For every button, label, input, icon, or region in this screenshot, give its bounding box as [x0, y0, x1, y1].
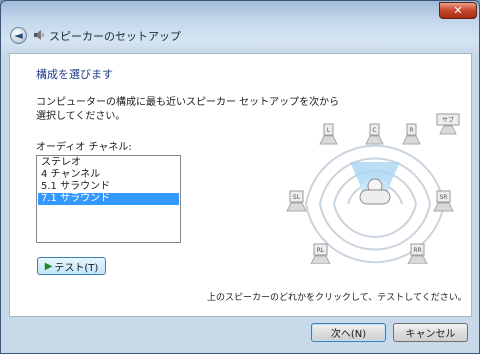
speaker-sr[interactable]: SR [433, 190, 454, 212]
audio-channel-label: オーディオ チャネル: [36, 142, 132, 153]
speaker-setup-window: ◄ スピーカーのセットアップ ✕ 構成を選びます コンピューターの構成に最も近い… [0, 0, 480, 354]
test-button[interactable]: ▶ テスト(T) [37, 257, 106, 275]
speaker-c[interactable]: C [365, 123, 384, 145]
page-heading: 構成を選びます [36, 68, 113, 81]
speaker-diagram: L C R サブ SL SR RL RR [286, 113, 460, 264]
list-item-stereo[interactable]: ステレオ [38, 157, 179, 169]
speaker-icon [34, 30, 44, 40]
listener-body-icon [359, 189, 391, 205]
speaker-rr[interactable]: RR [407, 243, 428, 264]
play-icon: ▶ [44, 260, 53, 272]
speaker-rl[interactable]: RL [310, 243, 331, 264]
speaker-sl-label: SL [293, 194, 301, 201]
description-line-2: 選択してください。 [36, 111, 126, 122]
audio-channel-listbox[interactable]: ステレオ 4 チャンネル 5.1 サラウンド 7.1 サラウンド [36, 155, 181, 243]
description: コンピューターの構成に最も近いスピーカー セットアップを次から 選択してください… [36, 96, 340, 124]
speaker-r[interactable]: R [402, 123, 421, 145]
next-button[interactable]: 次へ(N) [311, 323, 386, 342]
instruction-text: 上のスピーカーのどれかをクリックして、テストしてください。 [207, 293, 467, 303]
list-item-5-1[interactable]: 5.1 サラウンド [38, 181, 179, 193]
speaker-rl-label: RL [317, 247, 325, 254]
list-item-4ch[interactable]: 4 チャンネル [38, 169, 179, 181]
test-button-label: テスト(T) [54, 262, 99, 274]
close-button[interactable]: ✕ [439, 2, 477, 19]
title-bar: ◄ スピーカーのセットアップ ✕ [1, 1, 479, 53]
window-title: スピーカーのセットアップ [49, 30, 181, 43]
list-item-7-1[interactable]: 7.1 サラウンド [38, 193, 179, 205]
back-button[interactable]: ◄ [10, 27, 27, 44]
close-icon: ✕ [453, 4, 463, 17]
speaker-rr-label: RR [413, 247, 421, 254]
speaker-sr-label: SR [440, 194, 448, 201]
back-arrow-icon: ◄ [14, 29, 23, 42]
description-line-1: コンピューターの構成に最も近いスピーカー セットアップを次から [36, 97, 340, 108]
speaker-subwoofer[interactable]: サブ [436, 113, 460, 135]
content-panel: 構成を選びます コンピューターの構成に最も近いスピーカー セットアップを次から … [9, 53, 472, 317]
speaker-sl[interactable]: SL [286, 190, 307, 212]
speaker-l[interactable]: L [319, 123, 338, 145]
speaker-sub-label: サブ [442, 116, 454, 124]
speaker-r-label: R [409, 127, 413, 134]
cancel-button[interactable]: キャンセル [393, 323, 468, 342]
speaker-c-label: C [372, 127, 376, 134]
